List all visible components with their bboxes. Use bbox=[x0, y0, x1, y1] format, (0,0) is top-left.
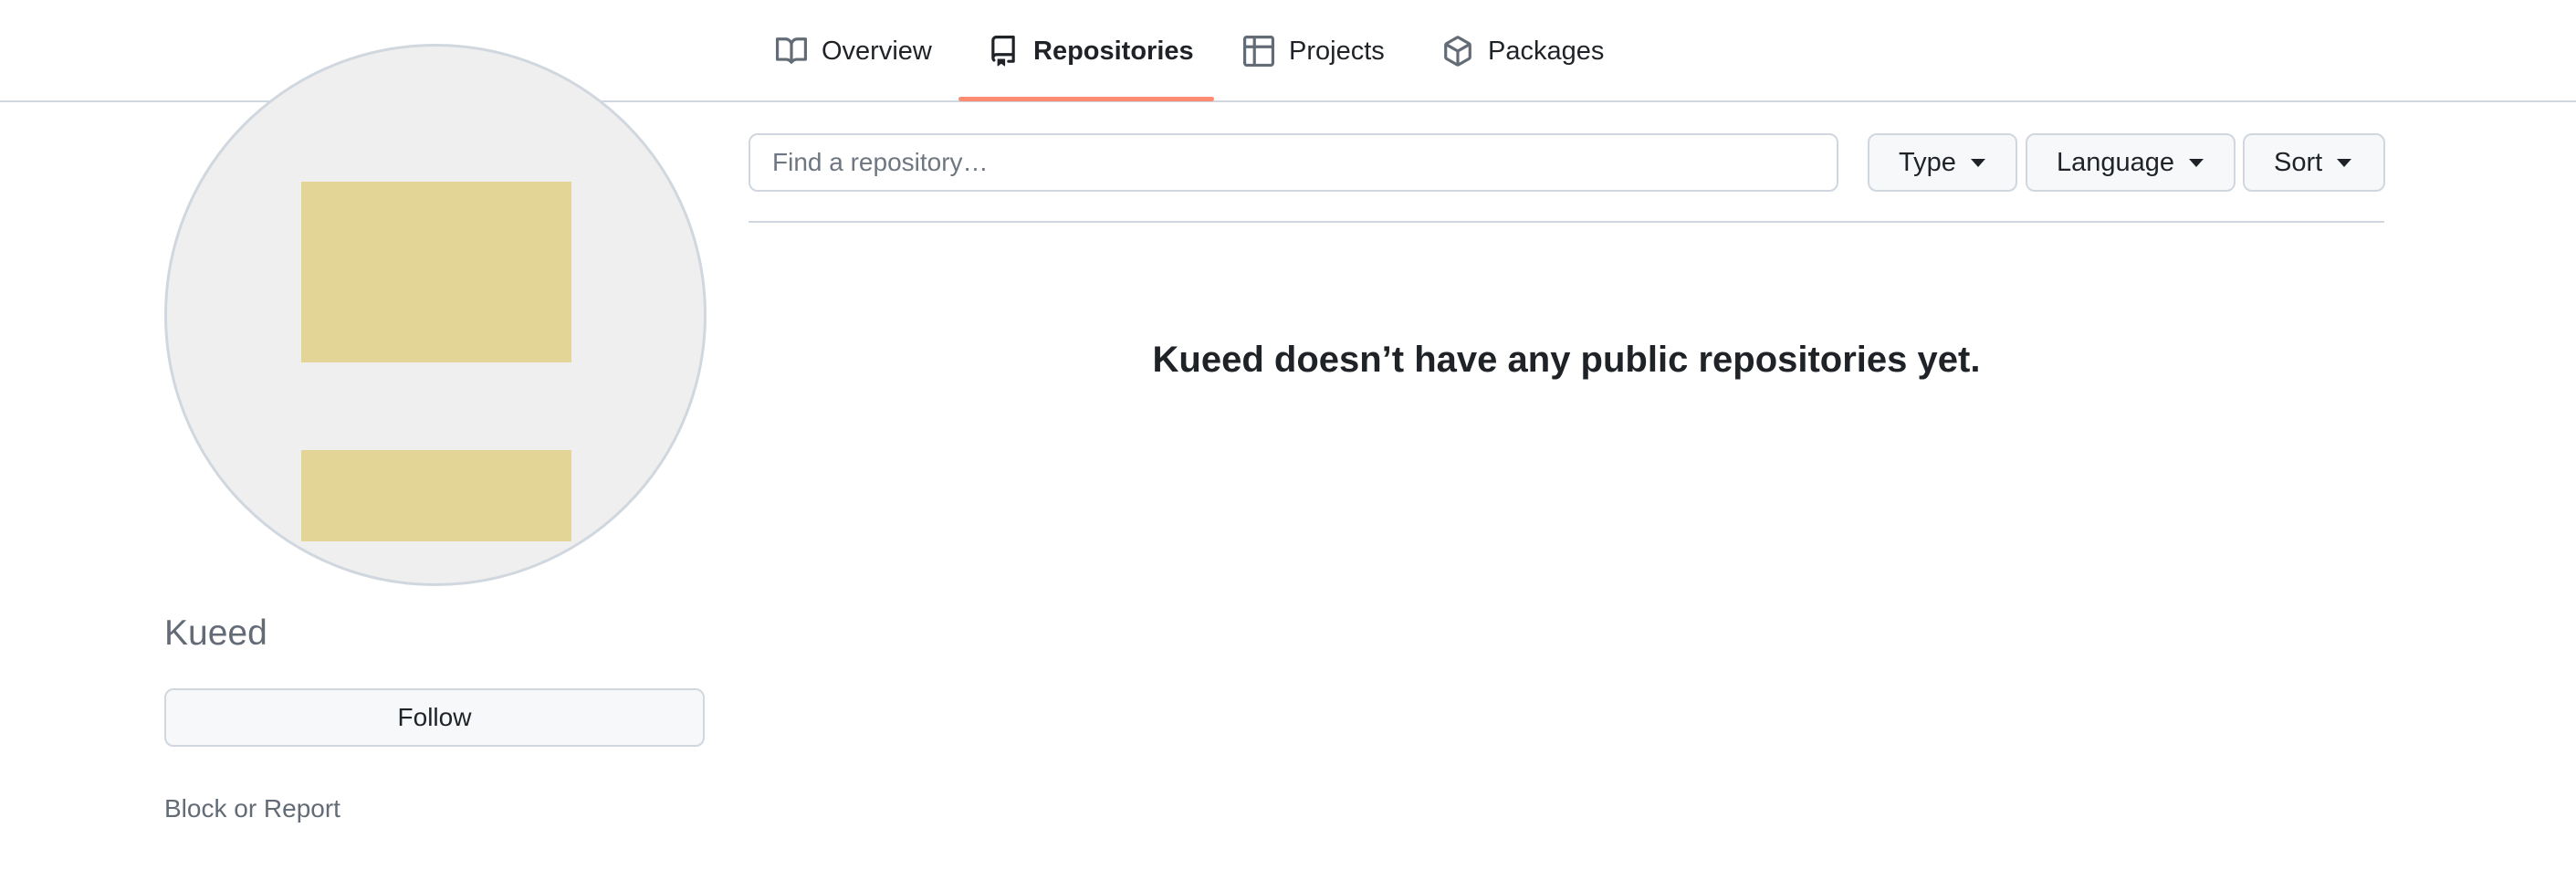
divider bbox=[749, 221, 2384, 223]
avatar-identicon-block bbox=[301, 450, 571, 541]
book-icon bbox=[776, 36, 807, 67]
chevron-down-icon bbox=[1970, 158, 1985, 167]
tab-overview-label: Overview bbox=[822, 36, 932, 66]
tab-packages[interactable]: Packages bbox=[1442, 0, 1604, 102]
follow-button[interactable]: Follow bbox=[164, 688, 705, 747]
repository-search-input[interactable] bbox=[749, 133, 1838, 192]
empty-state-message: Kueed doesn’t have any public repositori… bbox=[1152, 340, 1981, 380]
repo-icon bbox=[988, 36, 1019, 67]
language-filter-label: Language bbox=[2057, 147, 2175, 177]
package-icon bbox=[1442, 36, 1473, 67]
chevron-down-icon bbox=[2337, 158, 2352, 167]
tab-projects[interactable]: Projects bbox=[1243, 0, 1385, 102]
avatar-identicon-block bbox=[301, 182, 571, 362]
sort-filter-button[interactable]: Sort bbox=[2243, 133, 2385, 192]
profile-username: Kueed bbox=[164, 613, 267, 653]
tab-packages-label: Packages bbox=[1488, 36, 1605, 66]
tab-overview[interactable]: Overview bbox=[776, 0, 932, 102]
block-or-report-link[interactable]: Block or Report bbox=[164, 794, 340, 823]
type-filter-label: Type bbox=[1899, 147, 1956, 177]
tab-repositories-label: Repositories bbox=[1033, 36, 1194, 66]
selected-tab-underline bbox=[958, 97, 1214, 101]
tab-projects-label: Projects bbox=[1289, 36, 1385, 66]
type-filter-button[interactable]: Type bbox=[1868, 133, 2017, 192]
avatar[interactable] bbox=[164, 44, 707, 586]
table-icon bbox=[1243, 36, 1274, 67]
language-filter-button[interactable]: Language bbox=[2026, 133, 2236, 192]
tab-repositories[interactable]: Repositories bbox=[988, 0, 1194, 102]
sort-filter-label: Sort bbox=[2274, 147, 2323, 177]
chevron-down-icon bbox=[2189, 158, 2204, 167]
